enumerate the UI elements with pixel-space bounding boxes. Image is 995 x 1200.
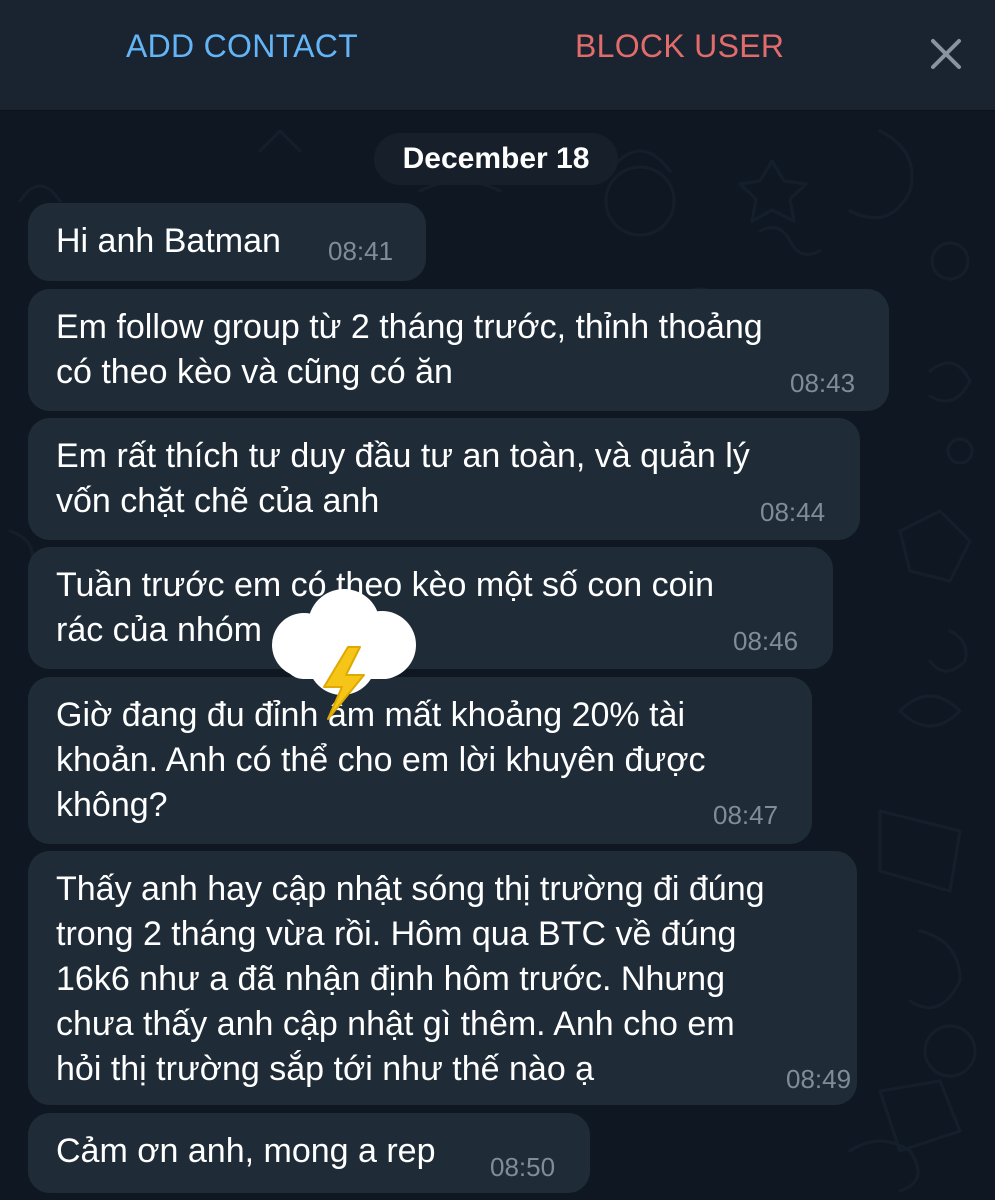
chat-area[interactable]: December 18 Hi anh Batman 08:41 Em follo… [0, 111, 995, 1200]
message-text: Cảm ơn anh, mong a rep [56, 1132, 436, 1170]
message-bubble[interactable]: Cảm ơn anh, mong a rep 08:50 [28, 1113, 590, 1193]
message-bubble[interactable]: Hi anh Batman 08:41 [28, 203, 426, 281]
message-text: Hi anh Batman [56, 222, 281, 260]
message-text: Em rất thích tư duy đầu tư an toàn, và q… [56, 437, 750, 520]
message-time: 08:43 [790, 368, 856, 398]
message-time: 08:50 [490, 1152, 556, 1182]
block-user-button[interactable]: BLOCK USER [575, 28, 784, 65]
message-bubble[interactable]: Thấy anh hay cập nhật sóng thị trường đi… [28, 851, 857, 1105]
message-time: 08:44 [760, 497, 826, 527]
cloud-lightning-icon [272, 589, 416, 720]
add-contact-button[interactable]: ADD CONTACT [126, 28, 358, 65]
message-bubble[interactable]: Tuần trước em có theo kèo một số con coi… [28, 547, 833, 669]
date-separator: December 18 [374, 133, 618, 185]
close-icon[interactable] [928, 36, 964, 72]
message-bubble[interactable]: Em follow group từ 2 tháng trước, thỉnh … [28, 289, 889, 411]
message-time: 08:41 [328, 236, 394, 266]
message-time: 08:47 [713, 800, 779, 830]
message-text: Thấy anh hay cập nhật sóng thị trường đi… [56, 870, 765, 1088]
message-time: 08:46 [733, 626, 799, 656]
message-text: Em follow group từ 2 tháng trước, thỉnh … [56, 308, 763, 391]
chat-action-bar: ADD CONTACT BLOCK USER [0, 0, 995, 111]
message-bubble[interactable]: Em rất thích tư duy đầu tư an toàn, và q… [28, 418, 860, 540]
message-time: 08:49 [786, 1064, 852, 1094]
